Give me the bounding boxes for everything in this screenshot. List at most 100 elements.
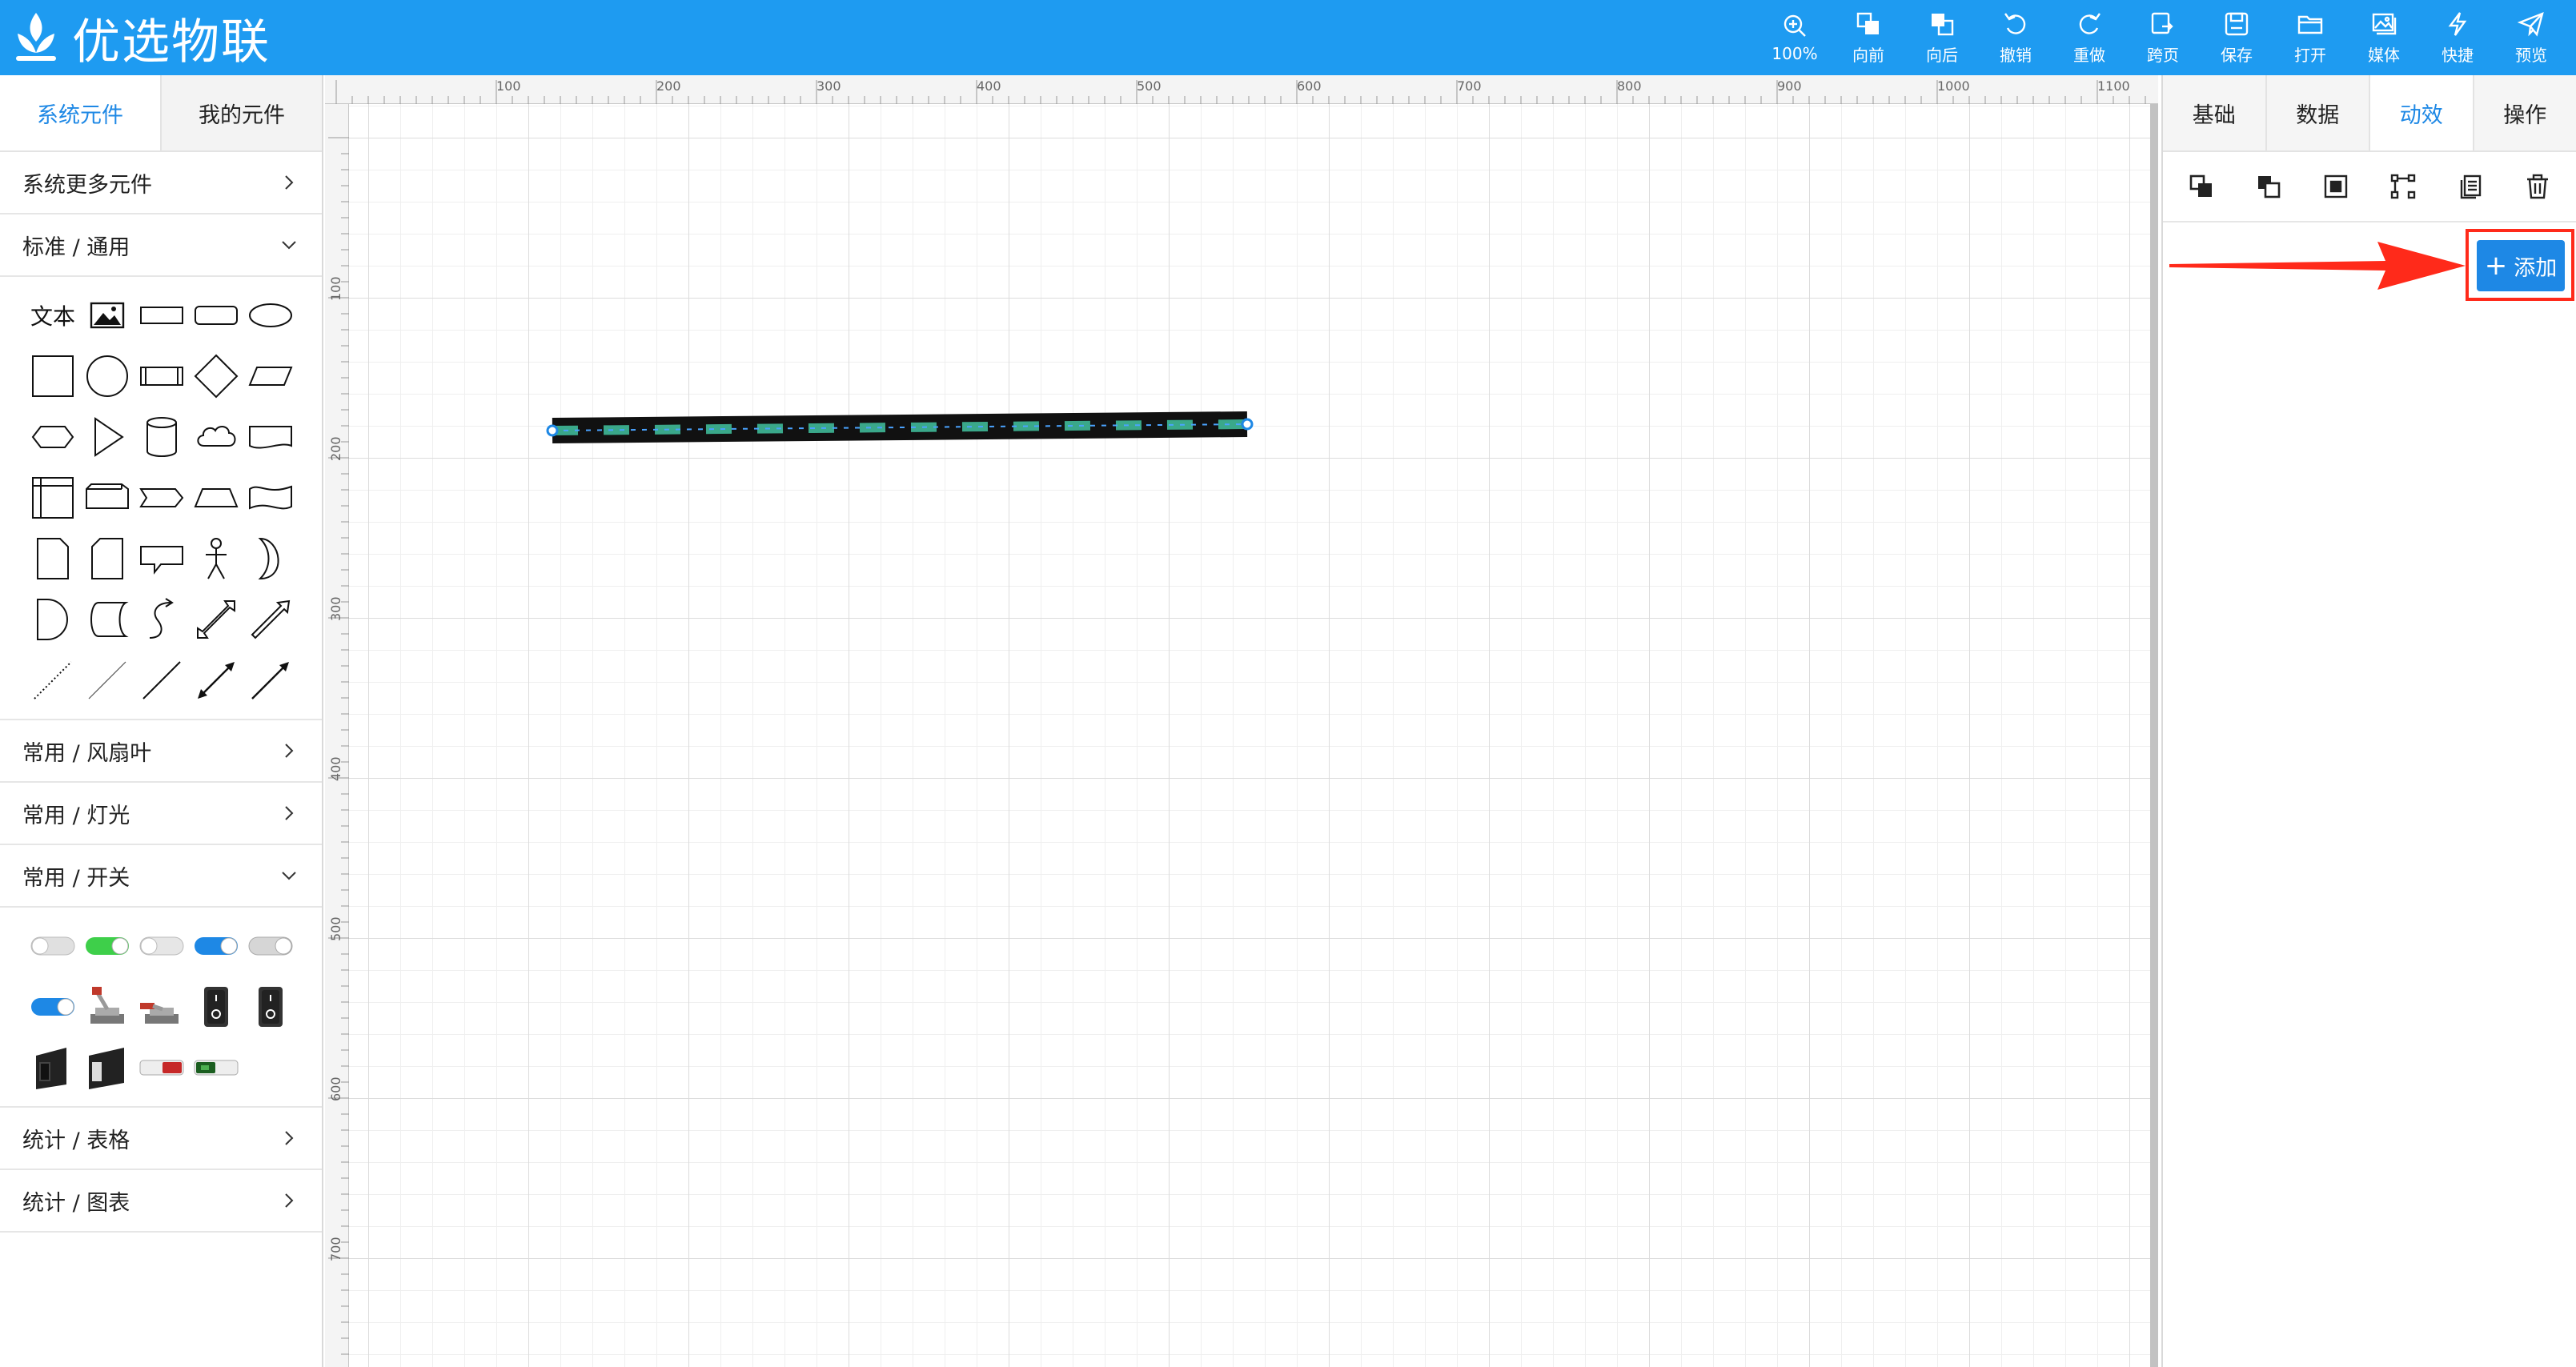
switch-toggle-blue[interactable] — [189, 916, 243, 976]
shape-hexagon[interactable] — [26, 407, 80, 467]
shape-actor[interactable] — [189, 528, 243, 589]
shape-delay[interactable] — [26, 589, 80, 650]
cylinder-icon — [146, 417, 177, 457]
section-chart[interactable]: 统计 / 图表 — [0, 1170, 322, 1233]
shape-square[interactable] — [26, 346, 80, 407]
switch-toggle-gray[interactable] — [26, 916, 80, 976]
shape-diamond[interactable] — [189, 346, 243, 407]
switch-panel-black[interactable] — [26, 1037, 80, 1098]
shape-note[interactable] — [26, 528, 80, 589]
section-more-components[interactable]: 系统更多元件 — [0, 152, 322, 214]
trash-icon[interactable] — [2524, 173, 2551, 200]
tab-animation[interactable]: 动效 — [2369, 75, 2473, 150]
tab-system-components[interactable]: 系统元件 — [0, 75, 160, 150]
shape-cylinder[interactable] — [134, 407, 189, 467]
shape-document[interactable] — [243, 407, 298, 467]
shape-or[interactable] — [243, 528, 298, 589]
canvas-scrollbar[interactable] — [2150, 104, 2158, 1367]
shape-process[interactable] — [134, 346, 189, 407]
shape-cloud[interactable] — [189, 407, 243, 467]
shape-dotted-line[interactable] — [26, 650, 80, 711]
bring-forward-icon[interactable] — [2188, 173, 2215, 200]
media-button[interactable]: 媒体 — [2347, 0, 2421, 75]
line-end-handle[interactable] — [1241, 418, 1254, 431]
open-button[interactable]: 打开 — [2273, 0, 2347, 75]
shortcut-button[interactable]: 快捷 — [2421, 0, 2494, 75]
tab-data[interactable]: 数据 — [2265, 75, 2369, 150]
arrow-line-icon — [251, 662, 289, 700]
shape-text[interactable]: 文本 — [26, 285, 80, 346]
send-backward-button[interactable]: 向后 — [1905, 0, 1979, 75]
cross-page-button[interactable]: 跨页 — [2126, 0, 2200, 75]
card-corner-icon — [91, 538, 123, 579]
section-fan[interactable]: 常用 / 风扇叶 — [0, 720, 322, 783]
shape-callout[interactable] — [134, 528, 189, 589]
bring-forward-button[interactable]: 向前 — [1832, 0, 1905, 75]
shape-step[interactable] — [134, 467, 189, 528]
shape-trapezoid[interactable] — [189, 467, 243, 528]
shape-tape[interactable] — [243, 467, 298, 528]
shape-card[interactable] — [80, 467, 134, 528]
shape-card-corner[interactable] — [80, 528, 134, 589]
tool-label: 快捷 — [2442, 45, 2474, 65]
undo-button[interactable]: 撤销 — [1979, 0, 2052, 75]
flow-pipe-line[interactable] — [546, 411, 1254, 443]
shape-stored-data[interactable] — [80, 589, 134, 650]
shape-curve-arrow[interactable] — [134, 589, 189, 650]
switch-on-button[interactable] — [189, 1037, 243, 1098]
switch-panel-black-2[interactable] — [80, 1037, 134, 1098]
shape-arrow-line[interactable] — [243, 650, 298, 711]
shape-single-arrow[interactable] — [243, 589, 298, 650]
shape-image[interactable] — [80, 285, 134, 346]
ruler-label: 300 — [328, 596, 343, 621]
switch-rocker-black-2[interactable] — [243, 976, 298, 1037]
shape-thin-line[interactable] — [80, 650, 134, 711]
zoom-button[interactable]: 100% — [1758, 0, 1832, 75]
switch-shapes-grid — [0, 908, 322, 1108]
group-icon[interactable] — [2322, 173, 2349, 200]
copy-icon[interactable] — [2457, 173, 2484, 200]
switch-toggle-blue-2[interactable] — [26, 976, 80, 1037]
switch-toggle-gray-2[interactable] — [134, 916, 189, 976]
section-switch[interactable]: 常用 / 开关 — [0, 845, 322, 908]
shape-ellipse[interactable] — [243, 285, 298, 346]
save-button[interactable]: 保存 — [2200, 0, 2273, 75]
folder-open-icon — [2297, 15, 2323, 34]
preview-button[interactable]: 预览 — [2494, 0, 2568, 75]
switch-off-button[interactable] — [134, 1037, 189, 1098]
redo-button[interactable]: 重做 — [2052, 0, 2126, 75]
line-start-handle[interactable] — [546, 424, 559, 437]
tab-action[interactable]: 操作 — [2472, 75, 2576, 150]
shape-double-arrow[interactable] — [189, 589, 243, 650]
switch-lever-up[interactable] — [80, 976, 134, 1037]
shape-triangle[interactable] — [80, 407, 134, 467]
switch-toggle-gray-3[interactable] — [243, 916, 298, 976]
shape-line[interactable] — [134, 650, 189, 711]
shape-circle[interactable] — [80, 346, 134, 407]
properties-tabs: 基础 数据 动效 操作 — [2163, 75, 2576, 152]
undo-icon — [2004, 12, 2026, 34]
section-light[interactable]: 常用 / 灯光 — [0, 783, 322, 845]
element-action-bar — [2163, 152, 2576, 222]
send-backward-icon[interactable] — [2255, 173, 2282, 200]
add-animation-button[interactable]: + 添加 — [2477, 240, 2565, 291]
tab-basic[interactable]: 基础 — [2163, 75, 2265, 150]
switch-lever-side[interactable] — [134, 976, 189, 1037]
shape-internal-storage[interactable] — [26, 467, 80, 528]
shape-parallelogram[interactable] — [243, 346, 298, 407]
section-table[interactable]: 统计 / 表格 — [0, 1108, 322, 1170]
tab-my-components[interactable]: 我的元件 — [160, 75, 322, 150]
ruler-ticks — [335, 80, 2146, 104]
shape-double-arrow-line[interactable] — [189, 650, 243, 711]
shape-rectangle[interactable] — [134, 285, 189, 346]
redo-icon — [2079, 12, 2101, 34]
section-standard[interactable]: 标准 / 通用 — [0, 214, 322, 277]
drawing-canvas[interactable] — [349, 104, 2150, 1367]
ungroup-icon[interactable] — [2389, 173, 2417, 200]
app-title: 优选物联 — [72, 14, 271, 70]
switch-toggle-green[interactable] — [80, 916, 134, 976]
switch-rocker-black[interactable] — [189, 976, 243, 1037]
card-icon — [86, 483, 129, 509]
component-panel: 系统元件 我的元件 系统更多元件 标准 / 通用 文本 常用 / 风扇叶 常用 … — [0, 75, 323, 1367]
shape-rounded-rectangle[interactable] — [189, 285, 243, 346]
